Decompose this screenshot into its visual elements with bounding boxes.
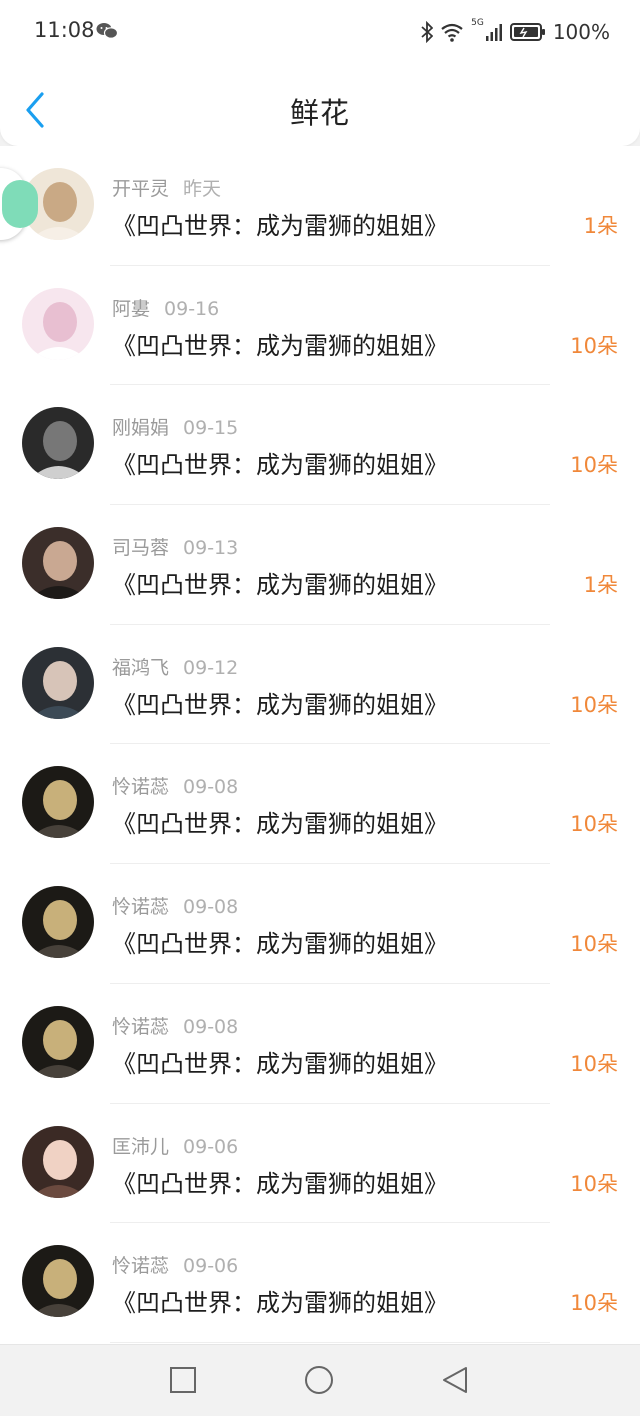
- gift-date: 09-08: [183, 896, 239, 919]
- list-item[interactable]: 怜诺蕊 09-08 《凹凸世界：成为雷狮的姐姐》 10朵: [0, 984, 640, 1104]
- avatar[interactable]: [22, 287, 94, 360]
- book-title: 《凹凸世界：成为雷狮的姐姐》: [112, 690, 448, 719]
- cellular-signal-icon: [485, 24, 502, 41]
- avatar-image: [22, 407, 94, 480]
- triangle-back-icon[interactable]: [440, 1365, 470, 1395]
- sender-meta: 阿婁 09-16: [112, 294, 219, 321]
- flower-amount: 10朵: [570, 333, 618, 358]
- sender-meta: 怜诺蕊 09-08: [112, 772, 238, 799]
- sender-meta: 刚娟娟 09-15: [112, 413, 238, 440]
- sender-meta: 怜诺蕊 09-08: [112, 1012, 238, 1039]
- list-item[interactable]: 司马蓉 09-13 《凹凸世界：成为雷狮的姐姐》 1朵: [0, 505, 640, 625]
- sender-name: 司马蓉: [112, 537, 170, 560]
- system-navigation-bar: [0, 1344, 640, 1416]
- wechat-icon: [96, 23, 118, 39]
- sender-name: 阿婁: [112, 297, 151, 320]
- gift-date: 09-08: [183, 1015, 239, 1038]
- wifi-icon: [441, 23, 463, 42]
- list-item[interactable]: 怜诺蕊 09-08 《凹凸世界：成为雷狮的姐姐》 10朵: [0, 864, 640, 984]
- gift-date: 09-08: [183, 776, 239, 799]
- nav-bar: 鲜花: [0, 64, 640, 146]
- avatar[interactable]: [22, 527, 94, 600]
- book-title: 《凹凸世界：成为雷狮的姐姐》: [112, 810, 448, 839]
- avatar-image: [22, 1125, 94, 1198]
- gift-date: 09-06: [183, 1135, 239, 1158]
- avatar-image: [22, 527, 94, 600]
- flower-amount: 10朵: [570, 812, 618, 837]
- gift-date: 09-16: [164, 297, 220, 320]
- flower-amount: 1朵: [583, 573, 618, 598]
- flower-amount: 10朵: [570, 1291, 618, 1316]
- chat-bubble-icon: [2, 180, 38, 228]
- avatar-image: [22, 646, 94, 719]
- list-item[interactable]: 开平灵 昨天《凹凸世界：成为雷狮的姐姐》 1朵: [0, 146, 640, 266]
- top-card: 11:08 5G 100% 鲜花: [0, 0, 640, 146]
- circle-home-icon[interactable]: [304, 1365, 334, 1395]
- sender-meta: 司马蓉 09-13: [112, 533, 238, 560]
- book-title: 《凹凸世界：成为雷狮的姐姐》: [112, 1289, 448, 1318]
- sender-name: 开平灵: [112, 178, 170, 200]
- avatar[interactable]: [22, 1245, 94, 1318]
- gift-date: 09-06: [183, 1255, 239, 1278]
- sender-meta: 开平灵 昨天: [112, 174, 221, 201]
- avatar-image: [22, 766, 94, 839]
- status-bar: 11:08 5G 100%: [0, 0, 640, 64]
- flower-gift-list: 开平灵 昨天 《凹凸世界：成为雷狮的姐姐》 1朵 阿婁 09-16 《凹凸世界：成为雷狮的姐…: [0, 146, 640, 1344]
- avatar[interactable]: [22, 1125, 94, 1198]
- sender-meta: 怜诺蕊 09-08: [112, 892, 238, 919]
- status-icons: 5G 100%: [421, 18, 610, 46]
- gift-date: 昨天: [183, 178, 222, 200]
- sender-name: 怜诺蕊: [112, 776, 170, 799]
- row-divider: [110, 1341, 550, 1343]
- network-type-label: 5G: [471, 18, 484, 28]
- book-title: 《凹凸世界：成为雷狮的姐姐》: [112, 212, 448, 240]
- avatar[interactable]: [22, 407, 94, 480]
- sender-name: 福鸿飞: [112, 656, 170, 679]
- list-item[interactable]: 福鸿飞 09-12 《凹凸世界：成为雷狮的姐姐》 10朵: [0, 625, 640, 745]
- avatar[interactable]: [22, 646, 94, 719]
- book-title: 《凹凸世界：成为雷狮的姐姐》: [112, 1169, 448, 1198]
- avatar[interactable]: [22, 886, 94, 959]
- flower-amount: 10朵: [570, 1051, 618, 1076]
- sender-name: 怜诺蕊: [112, 1255, 170, 1278]
- avatar-image: [22, 886, 94, 959]
- sender-name: 刚娟娟: [112, 417, 170, 440]
- sender-name: 匡沛儿: [112, 1135, 170, 1158]
- gift-date: 09-12: [183, 656, 239, 679]
- list-item[interactable]: 阿婁 09-16 《凹凸世界：成为雷狮的姐姐》 10朵: [0, 266, 640, 386]
- battery-percent: 100%: [552, 20, 610, 44]
- sender-meta: 怜诺蕊 09-06: [112, 1251, 238, 1278]
- avatar-image: [22, 287, 94, 360]
- flower-amount: 10朵: [570, 453, 618, 478]
- sender-name: 怜诺蕊: [112, 896, 170, 919]
- book-title: 《凹凸世界：成为雷狮的姐姐》: [112, 1049, 448, 1078]
- list-item[interactable]: 怜诺蕊 09-06 《凹凸世界：成为雷狮的姐姐》 10朵: [0, 1223, 640, 1343]
- avatar-image: [22, 1005, 94, 1078]
- list-item[interactable]: 匡沛儿 09-06 《凹凸世界：成为雷狮的姐姐》 10朵: [0, 1104, 640, 1224]
- battery-icon: [509, 23, 545, 41]
- page-title: 鲜花: [289, 96, 350, 130]
- sender-meta: 匡沛儿 09-06: [112, 1132, 238, 1159]
- flower-amount: 1朵: [583, 214, 618, 238]
- book-title: 《凹凸世界：成为雷狮的姐姐》: [112, 451, 448, 480]
- avatar[interactable]: [22, 1005, 94, 1078]
- avatar-image: [22, 1245, 94, 1318]
- sender-meta: 福鸿飞 09-12: [112, 653, 238, 680]
- flower-amount: 10朵: [570, 932, 618, 957]
- flower-amount: 10朵: [570, 1171, 618, 1196]
- square-recents-icon[interactable]: [168, 1365, 198, 1395]
- flower-amount: 10朵: [570, 692, 618, 717]
- avatar[interactable]: [22, 766, 94, 839]
- gift-date: 09-13: [183, 537, 239, 560]
- status-time: 11:08: [34, 18, 95, 42]
- gift-date: 09-15: [183, 417, 239, 440]
- list-item[interactable]: 刚娟娟 09-15 《凹凸世界：成为雷狮的姐姐》 10朵: [0, 385, 640, 506]
- book-title: 《凹凸世界：成为雷狮的姐姐》: [112, 571, 448, 600]
- sender-name: 怜诺蕊: [112, 1015, 170, 1038]
- bluetooth-icon: [421, 21, 434, 43]
- list-item[interactable]: 怜诺蕊 09-08 《凹凸世界：成为雷狮的姐姐》 10朵: [0, 744, 640, 865]
- book-title: 《凹凸世界：成为雷狮的姐姐》: [112, 930, 448, 959]
- book-title: 《凹凸世界：成为雷狮的姐姐》: [112, 331, 448, 360]
